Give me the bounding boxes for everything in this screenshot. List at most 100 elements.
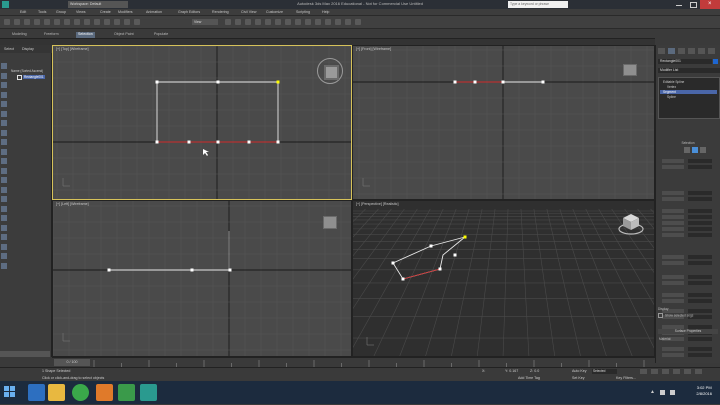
utilities-tab-icon[interactable] — [708, 48, 715, 54]
rollout-spinner[interactable] — [688, 215, 712, 219]
display-tab-icon[interactable] — [698, 48, 705, 54]
viewcube-perspective[interactable] — [618, 214, 644, 235]
rectangle-spline[interactable] — [156, 81, 279, 143]
rectangle-spline[interactable] — [392, 236, 466, 280]
move-icon[interactable] — [104, 19, 110, 25]
rollout-surface-properties[interactable]: Surface Properties — [658, 329, 718, 334]
region-icon[interactable] — [84, 19, 90, 25]
maximize-button[interactable] — [686, 0, 700, 9]
coord-y[interactable]: Y: 0.167 — [505, 369, 518, 373]
viewport-perspective[interactable]: [+] [Perspective] [Realistic] — [352, 200, 655, 357]
rollout-spinner[interactable] — [688, 275, 712, 279]
selected-segment[interactable] — [402, 268, 441, 280]
rollout-spinner[interactable] — [688, 221, 712, 225]
rollout-spinner[interactable] — [688, 197, 712, 201]
scene-filter-icon[interactable] — [1, 243, 7, 250]
3dsmax-taskbar-icon[interactable] — [140, 384, 157, 401]
viewport-top[interactable]: [+] [Top] [Wireframe] — [52, 45, 352, 200]
play-icon[interactable] — [662, 369, 669, 374]
media-player-icon[interactable] — [96, 384, 113, 401]
scene-filter-icon[interactable] — [1, 148, 7, 155]
rollout-spinner[interactable] — [688, 209, 712, 213]
rollout-spinner[interactable] — [688, 281, 712, 285]
ribbon-tab-freeform[interactable]: Freeform — [42, 32, 61, 38]
view-select[interactable]: View — [192, 19, 218, 25]
vertex[interactable] — [429, 244, 433, 248]
menu-rendering[interactable]: Rendering — [212, 10, 229, 14]
vertex[interactable] — [473, 80, 477, 84]
align-icon[interactable] — [285, 19, 291, 25]
viewport-left[interactable]: [+] [Left] [Wireframe] — [52, 200, 352, 357]
rollout-spinner[interactable] — [688, 299, 712, 303]
scale-icon[interactable] — [124, 19, 130, 25]
scene-filter-icon[interactable] — [1, 82, 7, 88]
stack-item-vertex[interactable]: Vertex — [667, 85, 676, 89]
rollout-spinner[interactable] — [688, 261, 712, 265]
rollout-button[interactable] — [662, 347, 684, 351]
percent-snap-icon[interactable] — [245, 19, 251, 25]
rollout-button[interactable] — [662, 165, 684, 169]
object-name-field[interactable]: Rectangle001 — [658, 59, 712, 64]
rollout-button[interactable] — [662, 227, 684, 231]
segment-mode-icon[interactable] — [692, 147, 698, 153]
coord-z[interactable]: Z: 0.0 — [530, 369, 539, 373]
select-icon[interactable] — [64, 19, 70, 25]
vertex[interactable] — [216, 140, 220, 144]
show-selected-segs-checkbox[interactable]: Show selected segs — [658, 313, 718, 318]
ribbon-tab-modeling[interactable]: Modeling — [10, 32, 29, 38]
scene-filter-icon[interactable] — [1, 215, 7, 221]
menu-edit[interactable]: Edit — [20, 10, 26, 14]
redo-icon[interactable] — [14, 19, 20, 25]
snap-icon[interactable] — [225, 19, 231, 25]
rollout-button[interactable] — [662, 215, 684, 219]
menu-scripting[interactable]: Scripting — [296, 10, 310, 14]
motion-tab-icon[interactable] — [688, 48, 695, 54]
rollout-button[interactable] — [662, 191, 684, 195]
rollout-spinner[interactable] — [688, 353, 712, 357]
angle-snap-icon[interactable] — [235, 19, 241, 25]
menu-tools[interactable]: Tools — [38, 10, 46, 14]
menu-customize[interactable]: Customize — [266, 10, 283, 14]
scene-tab-display[interactable]: Display — [22, 47, 34, 51]
window-crossing-icon[interactable] — [94, 19, 100, 25]
network-icon[interactable] — [660, 390, 665, 395]
vertex[interactable] — [155, 140, 159, 144]
camtasia-icon[interactable] — [118, 384, 135, 401]
coord-x[interactable]: X: — [482, 369, 485, 373]
modifier-list-dropdown[interactable]: Modifier List — [658, 68, 720, 73]
key-filters-button[interactable]: Key Filters... — [616, 376, 636, 380]
scene-tab-select[interactable]: Select — [4, 47, 14, 51]
rollout-spinner[interactable] — [688, 233, 712, 237]
close-button[interactable]: × — [700, 0, 720, 9]
vertex[interactable] — [501, 80, 505, 84]
menu-animation[interactable]: Animation — [146, 10, 162, 14]
selected-dropdown[interactable]: Selected — [592, 369, 617, 374]
material-editor-icon[interactable] — [325, 19, 331, 25]
scene-explorer-footer[interactable] — [0, 351, 50, 357]
link-icon[interactable] — [24, 19, 30, 25]
vertex[interactable] — [187, 140, 191, 144]
menu-create[interactable]: Create — [100, 10, 111, 14]
rollout-spinner[interactable] — [688, 293, 712, 297]
scene-filter-icon[interactable] — [1, 63, 7, 69]
selection-filter-icon[interactable] — [54, 19, 60, 25]
prev-frame-icon[interactable] — [651, 369, 658, 374]
menu-graph-editors[interactable]: Graph Editors — [178, 10, 200, 14]
rollout-button[interactable] — [662, 159, 684, 163]
vertex[interactable] — [438, 267, 442, 271]
next-frame-icon[interactable] — [673, 369, 680, 374]
internet-explorer-icon[interactable] — [28, 384, 45, 401]
ribbon-tab-object-paint[interactable]: Object Paint — [112, 32, 136, 38]
rollout-button[interactable] — [662, 197, 684, 201]
start-button[interactable] — [0, 381, 20, 404]
ribbon-tab-populate[interactable]: Populate — [152, 32, 170, 38]
rollout-spinner[interactable] — [688, 191, 712, 195]
chrome-icon[interactable] — [72, 384, 89, 401]
stack-item-segment[interactable]: Segment — [660, 90, 717, 94]
rollout-button[interactable] — [662, 299, 684, 303]
schematic-icon[interactable] — [315, 19, 321, 25]
tray-arrow-icon[interactable]: ▲ — [650, 389, 655, 395]
menu-group[interactable]: Group — [56, 10, 66, 14]
vertex[interactable] — [190, 268, 194, 272]
vertex[interactable] — [453, 253, 457, 257]
